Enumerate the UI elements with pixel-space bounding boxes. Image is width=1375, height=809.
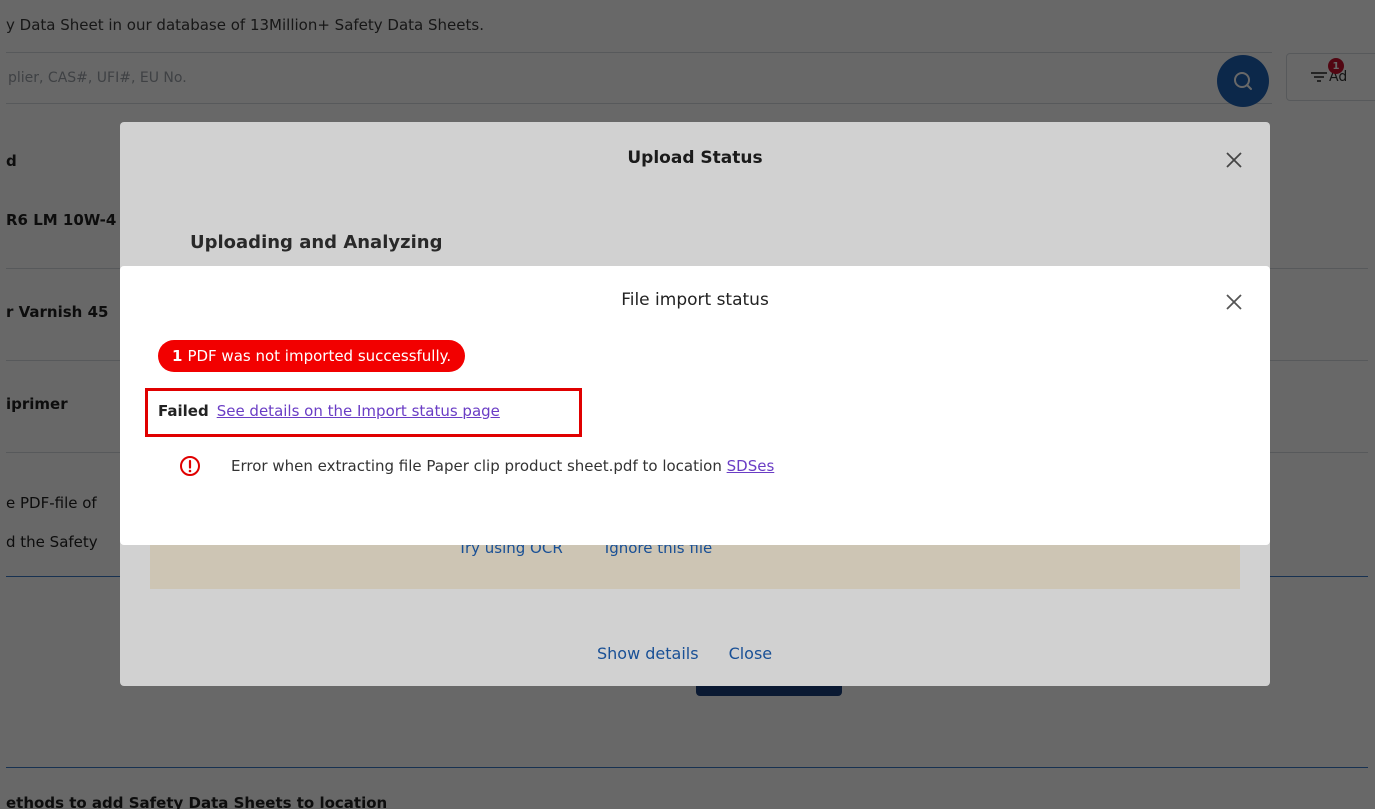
location-link[interactable]: SDSes (727, 457, 775, 475)
error-row: Error when extracting file Paper clip pr… (179, 455, 774, 477)
close-icon[interactable] (1224, 292, 1244, 312)
failure-message: PDF was not imported successfully. (187, 347, 452, 365)
failed-row: Failed See details on the Import status … (158, 402, 500, 420)
error-message: Error when extracting file Paper clip pr… (231, 457, 774, 475)
failure-count-badge: 1 PDF was not imported successfully. (158, 340, 466, 372)
file-import-status-modal: File import status 1 PDF was not importe… (120, 266, 1270, 545)
import-status-link[interactable]: See details on the Import status page (217, 402, 500, 420)
error-text: Error when extracting file Paper clip pr… (231, 457, 722, 475)
modal-title: File import status (621, 290, 769, 310)
failed-label: Failed (158, 402, 209, 420)
alert-circle-icon (180, 456, 200, 476)
failure-count: 1 (172, 347, 183, 365)
